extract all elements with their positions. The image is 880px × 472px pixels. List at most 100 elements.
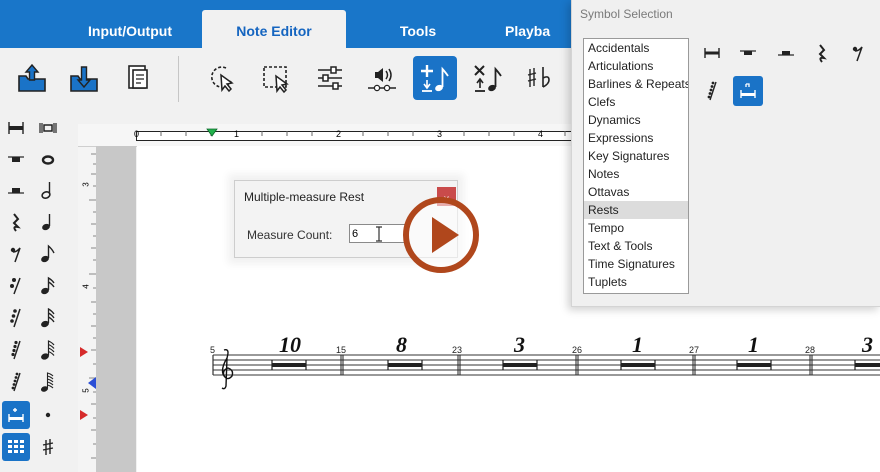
category-notes[interactable]: Notes (584, 165, 688, 183)
multirest-count: 8 (396, 332, 407, 357)
category-dynamics[interactable]: Dynamics (584, 111, 688, 129)
whole-rest-tool[interactable] (2, 146, 30, 174)
save-file-icon (70, 66, 98, 92)
multirest-insert-tool[interactable] (2, 401, 30, 429)
quarter-rest-icon (818, 44, 827, 63)
symbol-category-list[interactable]: Accidentals Articulations Barlines & Rep… (583, 38, 689, 294)
whole-note-icon (41, 155, 55, 165)
sixteenth-rest-icon (10, 277, 21, 295)
measure-number: 26 (572, 345, 583, 355)
eighth-rest-icon (852, 46, 863, 62)
dot-tool[interactable] (34, 401, 62, 429)
sharp-tool[interactable] (34, 433, 62, 461)
symbol-whole-rest[interactable] (733, 38, 763, 68)
whole-note-tool[interactable] (34, 146, 62, 174)
region-select-icon (263, 66, 289, 94)
half-note-icon (41, 182, 51, 199)
category-ottavas[interactable]: Ottavas (584, 183, 688, 201)
multirest-insert-icon (740, 83, 756, 98)
category-barlines-repeats[interactable]: Barlines & Repeats (584, 75, 688, 93)
category-tuplets[interactable]: Tuplets (584, 273, 688, 291)
measure-number: 5 (210, 345, 216, 355)
score-settings-button[interactable] (116, 56, 160, 100)
load-file-button[interactable] (10, 56, 54, 100)
symbol-eighth-rest[interactable] (843, 38, 873, 68)
video-play-button[interactable] (401, 195, 481, 275)
quarter-rest-tool[interactable] (2, 208, 30, 236)
page-margin (96, 146, 136, 472)
audio-button[interactable] (360, 56, 404, 100)
multirest-count: 1 (748, 332, 759, 357)
128th-note-icon (41, 372, 54, 392)
quarter-note-icon (42, 214, 51, 231)
multirest-alt-tool[interactable] (34, 114, 62, 142)
measure-count-label: Measure Count: (247, 228, 333, 242)
indent-marker-icon[interactable] (206, 128, 218, 138)
multirest-bracket-icon (39, 123, 57, 133)
notation-symbols-button[interactable] (520, 56, 564, 100)
category-rests[interactable]: Rests (584, 201, 688, 219)
audio-speaker-icon (368, 68, 396, 92)
keypad-icon (8, 440, 24, 453)
save-file-button[interactable] (62, 56, 106, 100)
staff (212, 348, 880, 390)
symbol-multirest[interactable] (697, 38, 727, 68)
insert-note-icon (421, 65, 449, 92)
sixteenth-note-tool[interactable] (34, 272, 62, 300)
half-rest-tool[interactable] (2, 176, 30, 204)
tab-tools[interactable]: Tools (350, 10, 486, 48)
32nd-note-tool[interactable] (34, 304, 62, 332)
staff-bottom-marker-icon (80, 410, 88, 420)
category-expressions[interactable]: Expressions (584, 129, 688, 147)
pointer-select-button[interactable] (200, 56, 244, 100)
category-key-signatures[interactable]: Key Signatures (584, 147, 688, 165)
sharp-icon (42, 439, 54, 455)
sixteenth-rest-tool[interactable] (2, 272, 30, 300)
category-clefs[interactable]: Clefs (584, 93, 688, 111)
category-text-tools[interactable]: Text & Tools (584, 237, 688, 255)
insert-note-button[interactable] (413, 56, 457, 100)
eighth-rest-tool[interactable] (2, 240, 30, 268)
tab-input-output[interactable]: Input/Output (62, 10, 198, 48)
notation-symbols-icon (527, 67, 550, 88)
treble-clef-icon (221, 348, 234, 390)
keypad-tool[interactable] (2, 433, 30, 461)
text-cursor-icon (376, 226, 382, 242)
128th-note-tool[interactable] (34, 368, 62, 396)
128th-rest-tool[interactable] (2, 368, 30, 396)
symbol-multirest-insert[interactable] (733, 76, 763, 106)
64th-rest-tool[interactable] (2, 336, 30, 364)
load-file-icon (18, 63, 46, 92)
whole-rest-icon (740, 50, 756, 55)
half-note-tool[interactable] (34, 176, 62, 204)
sixteenth-note-icon (41, 276, 55, 295)
32nd-rest-tool[interactable] (2, 304, 30, 332)
eighth-note-tool[interactable] (34, 240, 62, 268)
delete-note-button[interactable] (466, 56, 510, 100)
multirest-tool[interactable] (2, 114, 30, 142)
score-settings-icon (128, 65, 148, 89)
multirest-insert-icon (8, 408, 24, 422)
eighth-rest-icon (10, 247, 21, 263)
quarter-note-tool[interactable] (34, 208, 62, 236)
region-select-button[interactable] (254, 56, 298, 100)
mixer-button[interactable] (308, 56, 352, 100)
category-accidentals[interactable]: Accidentals (584, 39, 688, 57)
left-palette (0, 114, 72, 472)
symbol-half-rest[interactable] (771, 38, 801, 68)
symbol-quarter-rest[interactable] (807, 38, 837, 68)
symbol-selection-title: Symbol Selection (580, 7, 673, 21)
category-time-signatures[interactable]: Time Signatures (584, 255, 688, 273)
64th-note-tool[interactable] (34, 336, 62, 364)
measure-number: 15 (336, 345, 347, 355)
32nd-note-icon (41, 308, 55, 328)
64th-rest-icon (11, 340, 21, 360)
measure-number: 28 (805, 345, 816, 355)
tab-note-editor[interactable]: Note Editor (202, 10, 346, 48)
eighth-note-icon (41, 244, 55, 263)
category-articulations[interactable]: Articulations (584, 57, 688, 75)
symbol-128th-rest[interactable] (697, 76, 727, 106)
category-tempo[interactable]: Tempo (584, 219, 688, 237)
multirest-icon (704, 48, 720, 58)
128th-rest-icon (707, 81, 717, 101)
